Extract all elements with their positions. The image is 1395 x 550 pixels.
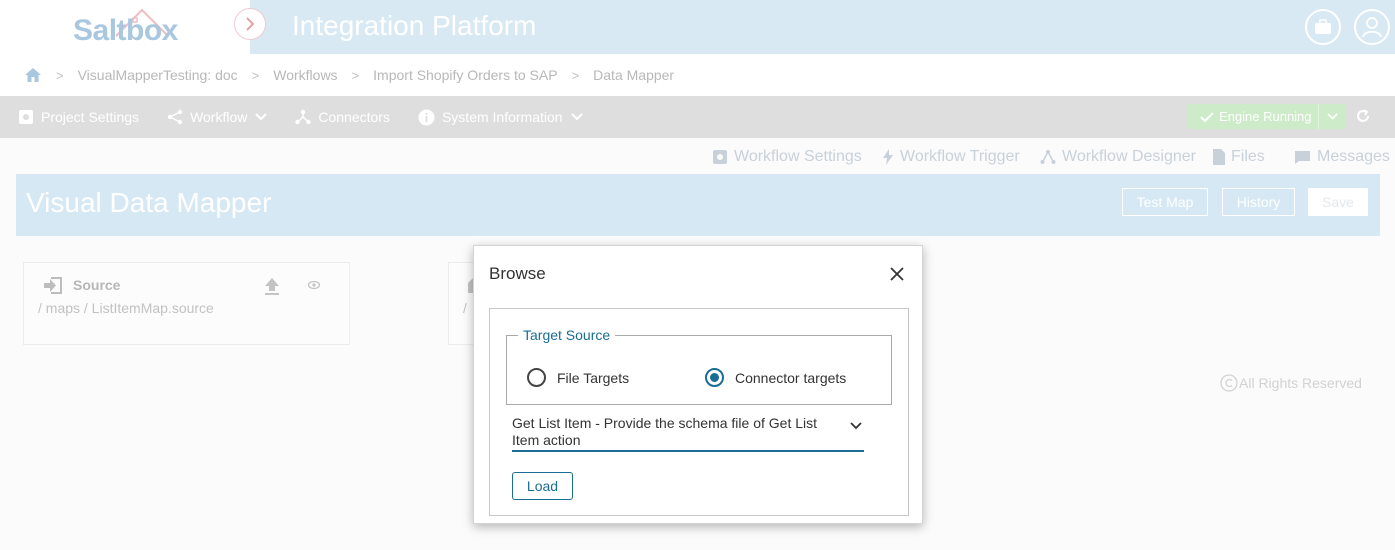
settings-box-icon xyxy=(713,150,727,164)
close-icon xyxy=(890,267,904,281)
info-icon xyxy=(418,109,435,125)
files-link[interactable]: Files xyxy=(1212,148,1265,166)
breadcrumb-separator: > xyxy=(571,67,580,83)
breadcrumb-item-current: Data Mapper xyxy=(593,67,675,83)
check-icon xyxy=(1200,111,1214,122)
file-targets-label: File Targets xyxy=(557,369,630,386)
workflow-designer-link[interactable]: Workflow Designer xyxy=(1040,148,1196,166)
user-icon xyxy=(1362,17,1382,38)
files-label: Files xyxy=(1231,148,1265,165)
radio-unchecked-icon xyxy=(527,368,546,387)
messages-label: Messages xyxy=(1317,148,1390,165)
app-header: Saltbox Integration Platform xyxy=(0,0,1395,54)
workflow-settings-label: Workflow Settings xyxy=(734,148,862,165)
history-button[interactable]: History xyxy=(1222,188,1295,216)
breadcrumb-item-project[interactable]: VisualMapperTesting: doc xyxy=(78,67,238,83)
copyright-label: All Rights Reserved xyxy=(1239,375,1362,391)
messages-link[interactable]: Messages xyxy=(1294,148,1390,166)
copyright-text: All Rights Reserved xyxy=(1220,374,1362,392)
breadcrumb-item-workflow[interactable]: Import Shopify Orders to SAP xyxy=(373,67,557,83)
engine-dropdown-toggle[interactable] xyxy=(1318,104,1345,129)
logo[interactable]: Saltbox xyxy=(0,0,250,54)
project-settings-label: Project Settings xyxy=(41,109,140,125)
breadcrumb-separator: > xyxy=(351,67,360,83)
sidebar-toggle-button[interactable] xyxy=(234,8,266,40)
app-title: Integration Platform xyxy=(292,10,537,41)
target-source-fieldset: Target Source File Targets Connector tar… xyxy=(506,327,892,405)
breadcrumb-separator: > xyxy=(251,67,260,83)
target-source-legend: Target Source xyxy=(518,327,616,343)
designer-icon xyxy=(1040,150,1056,164)
breadcrumb-item-workflows[interactable]: Workflows xyxy=(273,67,337,83)
logo-text: Saltbox xyxy=(73,14,178,47)
file-targets-radio[interactable]: File Targets xyxy=(527,368,629,387)
modal-body: Target Source File Targets Connector tar… xyxy=(489,308,909,516)
file-icon xyxy=(1213,149,1225,165)
radio-checked-icon xyxy=(705,368,724,387)
main-toolbar: Project Settings Workflow Connectors Sys… xyxy=(0,96,1395,138)
breadcrumb: > VisualMapperTesting: doc > Workflows >… xyxy=(0,54,1395,96)
workflow-menu[interactable]: Workflow xyxy=(167,109,268,125)
chevron-down-icon xyxy=(570,113,583,121)
source-card: Source / maps / ListItemMap.source xyxy=(23,262,350,345)
workflow-settings-link[interactable]: Workflow Settings xyxy=(712,148,862,166)
breadcrumb-separator: > xyxy=(56,67,64,83)
user-profile-button[interactable] xyxy=(1354,9,1390,45)
modal-title: Browse xyxy=(489,264,546,283)
test-map-button[interactable]: Test Map xyxy=(1122,188,1208,216)
lightning-icon xyxy=(883,149,893,165)
browse-modal: Browse Target Source File Targets Connec… xyxy=(473,245,923,524)
workflow-designer-label: Workflow Designer xyxy=(1062,148,1196,165)
target-path: / xyxy=(463,300,467,316)
system-information-menu[interactable]: System Information xyxy=(418,109,583,126)
workflow-trigger-link[interactable]: Workflow Trigger xyxy=(882,148,1020,166)
connector-targets-label: Connector targets xyxy=(735,369,847,386)
settings-box-icon xyxy=(19,110,33,124)
connectors-menu[interactable]: Connectors xyxy=(295,109,390,125)
project-settings-menu[interactable]: Project Settings xyxy=(18,109,139,125)
engine-status-button[interactable]: Engine Running xyxy=(1188,104,1345,129)
target-select-value: Get List Item - Provide the schema file … xyxy=(512,415,818,448)
source-path: / maps / ListItemMap.source xyxy=(38,300,214,316)
workflow-trigger-label: Workflow Trigger xyxy=(900,148,1020,165)
load-button[interactable]: Load xyxy=(512,472,573,500)
page-banner: Visual Data Mapper Test Map History Save xyxy=(16,174,1380,236)
close-button[interactable] xyxy=(887,264,907,284)
connector-targets-radio[interactable]: Connector targets xyxy=(705,368,846,387)
chevron-down-icon xyxy=(1326,113,1338,120)
target-select[interactable]: Get List Item - Provide the schema file … xyxy=(512,414,864,452)
chevron-down-icon xyxy=(255,113,268,121)
home-icon[interactable] xyxy=(24,67,42,83)
workflow-label: Workflow xyxy=(190,109,248,125)
save-button[interactable]: Save xyxy=(1308,188,1368,216)
refresh-icon[interactable] xyxy=(1355,108,1371,124)
page-title: Visual Data Mapper xyxy=(26,187,272,218)
system-information-label: System Information xyxy=(441,109,563,125)
eye-icon[interactable] xyxy=(308,280,320,290)
source-title: Source xyxy=(73,277,121,293)
connectors-icon xyxy=(295,109,312,125)
engine-status-label: Engine Running xyxy=(1219,109,1312,124)
briefcase-icon xyxy=(1315,19,1331,34)
message-icon xyxy=(1295,150,1310,164)
upload-icon[interactable] xyxy=(264,277,280,295)
copyright-icon xyxy=(1220,374,1238,392)
share-icon xyxy=(167,109,183,125)
chevron-right-icon xyxy=(246,17,255,31)
sign-in-icon xyxy=(44,277,62,294)
briefcase-button[interactable] xyxy=(1305,9,1341,45)
connectors-label: Connectors xyxy=(318,109,390,125)
chevron-down-icon xyxy=(850,422,862,430)
